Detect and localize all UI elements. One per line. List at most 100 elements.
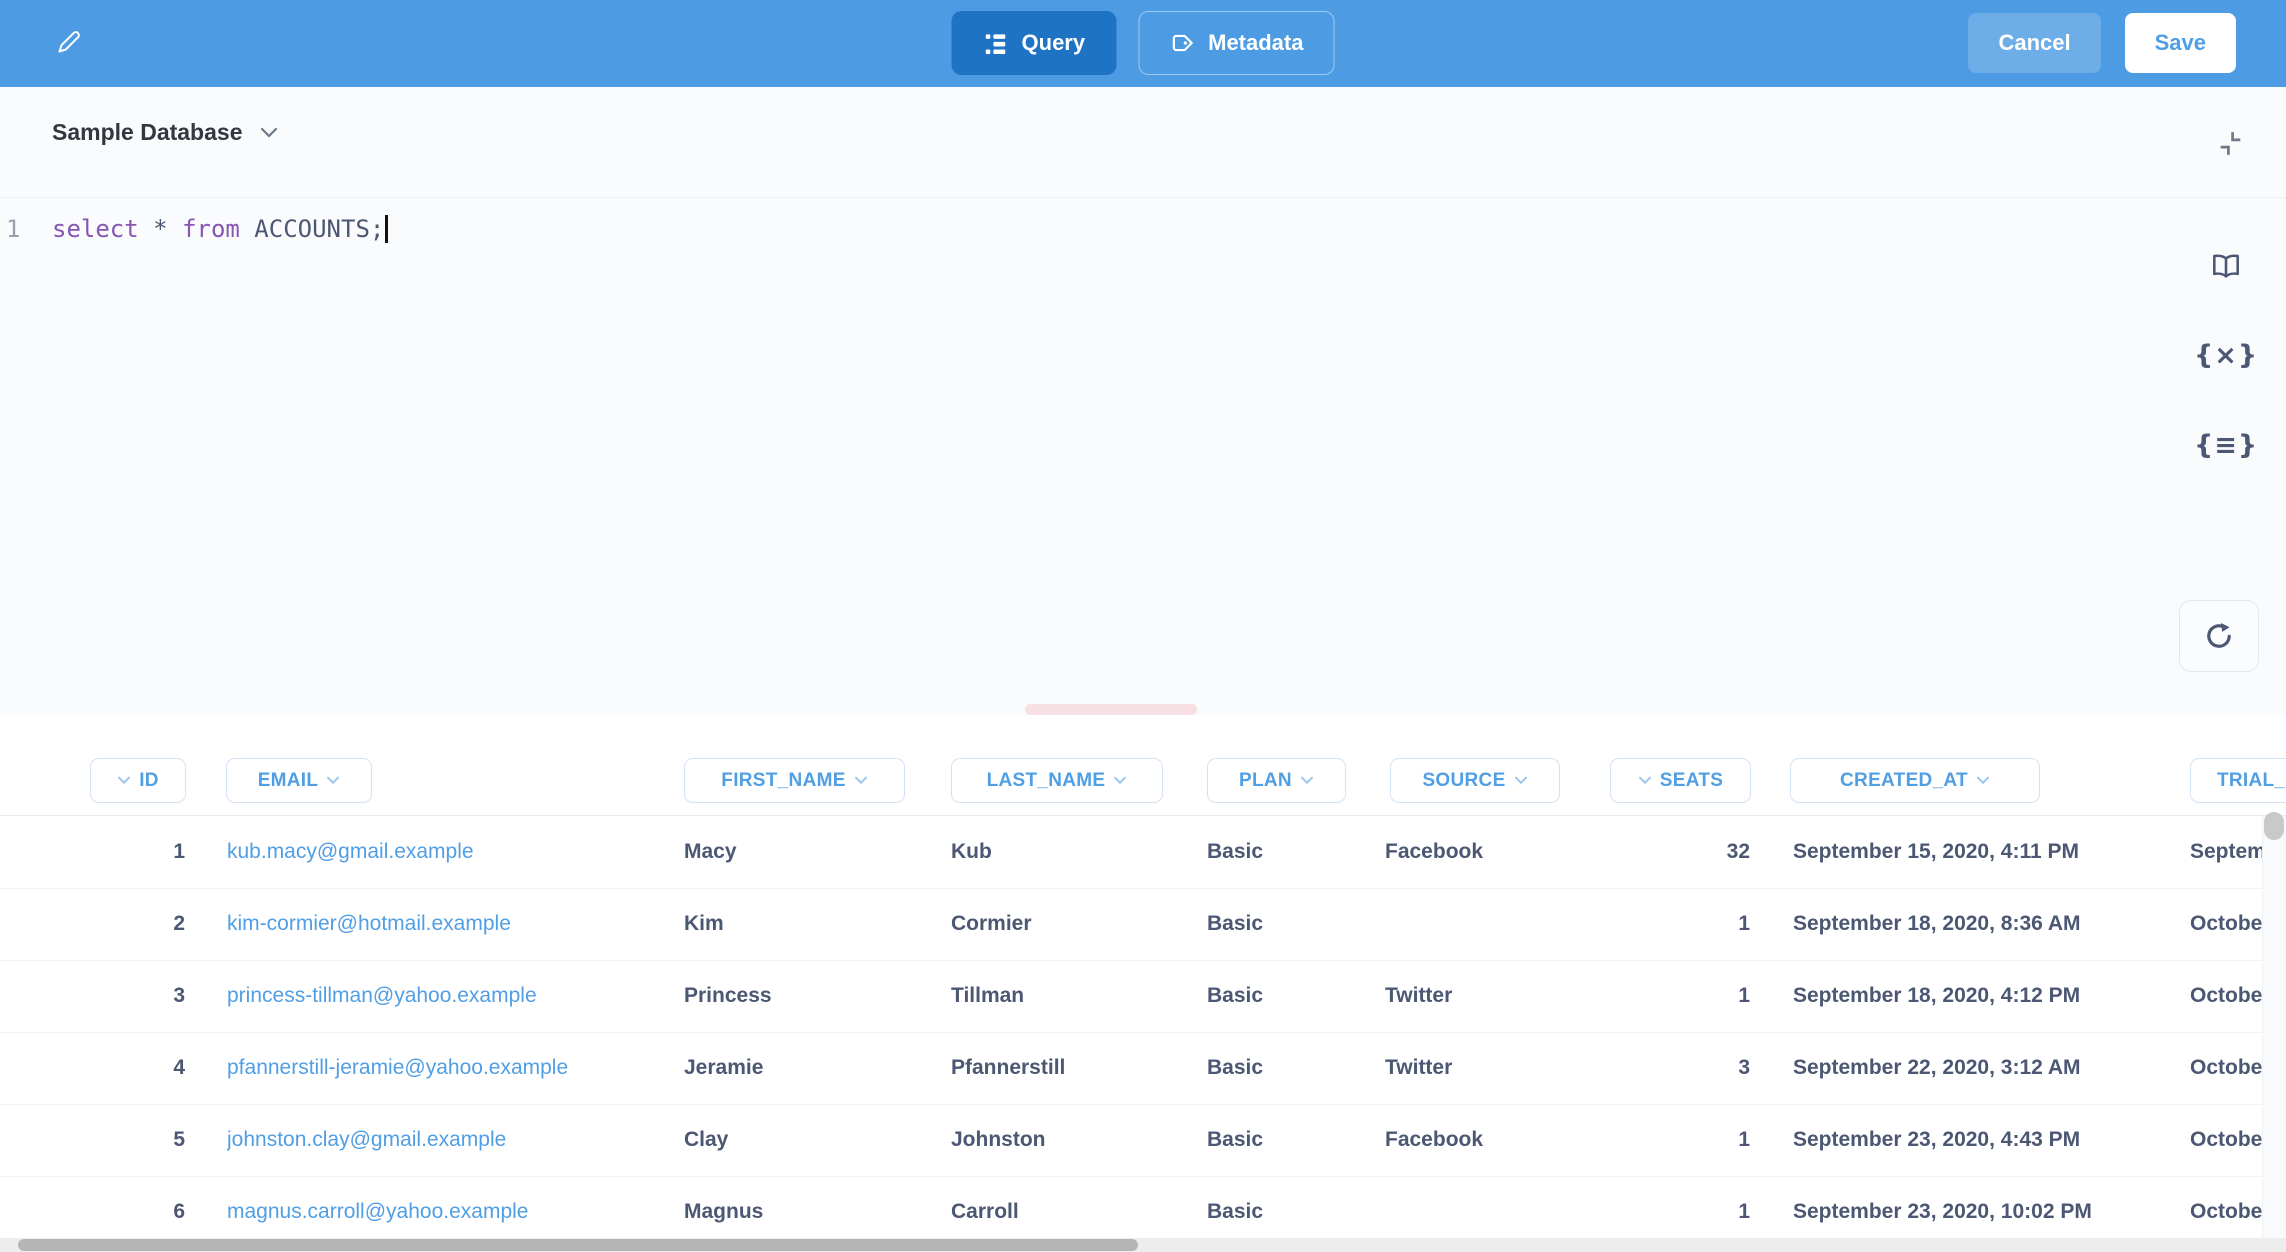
cell-created-at[interactable]: September 15, 2020, 4:11 PM [1793, 816, 2178, 888]
cell-created-at[interactable]: September 23, 2020, 10:02 PM [1793, 1176, 2178, 1238]
column-header-first-name[interactable]: FIRST_NAME [684, 758, 905, 803]
snippets-icon: {≡} [2194, 430, 2258, 461]
column-header-last-name[interactable]: LAST_NAME [951, 758, 1163, 803]
cell-last-name[interactable]: Tillman [951, 960, 1196, 1032]
column-header-created-at[interactable]: CREATED_AT [1790, 758, 2040, 803]
cell-created-at[interactable]: September 23, 2020, 4:43 PM [1793, 1104, 2178, 1176]
chevron-down-icon [854, 776, 868, 786]
table-row: 4 pfannerstill-jeramie@yahoo.example Jer… [0, 1032, 2262, 1105]
editor-sidebar-tools: {×} {≡} [2166, 87, 2286, 715]
cell-last-name[interactable]: Johnston [951, 1104, 1196, 1176]
cell-trial-ends[interactable]: October [2190, 888, 2262, 960]
column-header-seats[interactable]: SEATS [1610, 758, 1751, 803]
cell-first-name[interactable]: Macy [684, 816, 939, 888]
cell-trial-ends[interactable]: Septemb [2190, 816, 2262, 888]
cell-created-at[interactable]: September 22, 2020, 3:12 AM [1793, 1032, 2178, 1104]
cell-email-link[interactable]: kub.macy@gmail.example [227, 816, 657, 888]
tab-metadata-label: Metadata [1208, 30, 1303, 56]
text-cursor [385, 215, 388, 243]
list-icon [983, 30, 1009, 56]
cell-seats[interactable]: 1 [1598, 1104, 1750, 1176]
cell-seats[interactable]: 32 [1598, 816, 1750, 888]
cell-trial-ends[interactable]: October [2190, 1032, 2262, 1104]
cell-first-name[interactable]: Princess [684, 960, 939, 1032]
data-reference-button[interactable] [2194, 245, 2258, 289]
cell-email-link[interactable]: princess-tillman@yahoo.example [227, 960, 657, 1032]
cell-email-link[interactable]: kim-cormier@hotmail.example [227, 888, 657, 960]
table-row: 3 princess-tillman@yahoo.example Princes… [0, 960, 2262, 1033]
variables-button[interactable]: {×} [2194, 333, 2258, 377]
column-header-email[interactable]: EMAIL [226, 758, 372, 803]
cell-created-at[interactable]: September 18, 2020, 8:36 AM [1793, 888, 2178, 960]
table-row: 1 kub.macy@gmail.example Macy Kub Basic … [0, 816, 2262, 889]
column-header-source[interactable]: SOURCE [1390, 758, 1560, 803]
cell-id[interactable]: 5 [60, 1104, 185, 1176]
database-selector[interactable]: Sample Database [52, 119, 278, 146]
chevron-down-icon [117, 776, 131, 786]
cell-source[interactable]: Facebook [1385, 1104, 1590, 1176]
horizontal-scrollbar-thumb[interactable] [18, 1239, 1138, 1251]
cell-created-at[interactable]: September 18, 2020, 4:12 PM [1793, 960, 2178, 1032]
cell-id[interactable]: 4 [60, 1032, 185, 1104]
cell-last-name[interactable]: Kub [951, 816, 1196, 888]
cell-seats[interactable]: 1 [1598, 1176, 1750, 1238]
cell-trial-ends[interactable]: October [2190, 1104, 2262, 1176]
pencil-icon [55, 29, 82, 56]
table-row: 5 johnston.clay@gmail.example Clay Johns… [0, 1104, 2262, 1177]
cell-id[interactable]: 2 [60, 888, 185, 960]
cell-first-name[interactable]: Jeramie [684, 1032, 939, 1104]
tab-query[interactable]: Query [952, 11, 1117, 75]
cell-source[interactable]: Twitter [1385, 960, 1590, 1032]
cell-seats[interactable]: 1 [1598, 960, 1750, 1032]
cell-source[interactable] [1385, 888, 1590, 960]
chevron-down-icon [260, 127, 278, 139]
cell-trial-ends[interactable]: October [2190, 1176, 2262, 1238]
cell-seats[interactable]: 3 [1598, 1032, 1750, 1104]
cell-id[interactable]: 3 [60, 960, 185, 1032]
cell-last-name[interactable]: Carroll [951, 1176, 1196, 1238]
cell-source[interactable] [1385, 1176, 1590, 1238]
cell-last-name[interactable]: Cormier [951, 888, 1196, 960]
chevron-down-icon [1638, 776, 1652, 786]
cell-plan[interactable]: Basic [1207, 888, 1377, 960]
cell-email-link[interactable]: pfannerstill-jeramie@yahoo.example [227, 1032, 657, 1104]
tab-query-label: Query [1022, 30, 1086, 56]
results-table: ID EMAIL FIRST_NAME LAST_NAME PLAN SOURC… [0, 715, 2286, 1252]
cell-source[interactable]: Facebook [1385, 816, 1590, 888]
cell-last-name[interactable]: Pfannerstill [951, 1032, 1196, 1104]
cell-first-name[interactable]: Kim [684, 888, 939, 960]
cell-trial-ends[interactable]: October [2190, 960, 2262, 1032]
cell-plan[interactable]: Basic [1207, 1176, 1377, 1238]
cell-first-name[interactable]: Clay [684, 1104, 939, 1176]
column-header-trial-ends[interactable]: TRIAL_E [2190, 758, 2286, 803]
pane-resize-handle[interactable] [1025, 704, 1197, 715]
cell-plan[interactable]: Basic [1207, 960, 1377, 1032]
save-button[interactable]: Save [2125, 13, 2236, 73]
sql-input[interactable]: 1 select * from ACCOUNTS; [0, 205, 2166, 265]
vertical-scrollbar-thumb[interactable] [2264, 812, 2284, 840]
cell-seats[interactable]: 1 [1598, 888, 1750, 960]
column-header-id[interactable]: ID [90, 758, 186, 803]
snippets-button[interactable]: {≡} [2194, 423, 2258, 467]
query-editor-app: Query Metadata Cancel Save Sample Databa… [0, 0, 2286, 1252]
cell-email-link[interactable]: johnston.clay@gmail.example [227, 1104, 657, 1176]
topbar: Query Metadata Cancel Save [0, 0, 2286, 88]
cell-plan[interactable]: Basic [1207, 1104, 1377, 1176]
cell-id[interactable]: 1 [60, 816, 185, 888]
vertical-scrollbar-track [2262, 816, 2286, 1238]
table-body: 1 kub.macy@gmail.example Macy Kub Basic … [0, 816, 2262, 1238]
cell-plan[interactable]: Basic [1207, 816, 1377, 888]
cancel-button[interactable]: Cancel [1968, 13, 2100, 73]
cell-id[interactable]: 6 [60, 1176, 185, 1238]
column-header-plan[interactable]: PLAN [1207, 758, 1346, 803]
edit-name-button[interactable] [50, 22, 86, 62]
book-icon [2209, 250, 2243, 284]
cell-source[interactable]: Twitter [1385, 1032, 1590, 1104]
cell-plan[interactable]: Basic [1207, 1032, 1377, 1104]
cell-email-link[interactable]: magnus.carroll@yahoo.example [227, 1176, 657, 1238]
refresh-query-button[interactable] [2179, 600, 2259, 672]
tab-metadata[interactable]: Metadata [1138, 11, 1334, 75]
tag-icon [1169, 30, 1195, 56]
sql-editor-pane: Sample Database 1 select * from ACCOUNTS… [0, 87, 2286, 716]
cell-first-name[interactable]: Magnus [684, 1176, 939, 1238]
